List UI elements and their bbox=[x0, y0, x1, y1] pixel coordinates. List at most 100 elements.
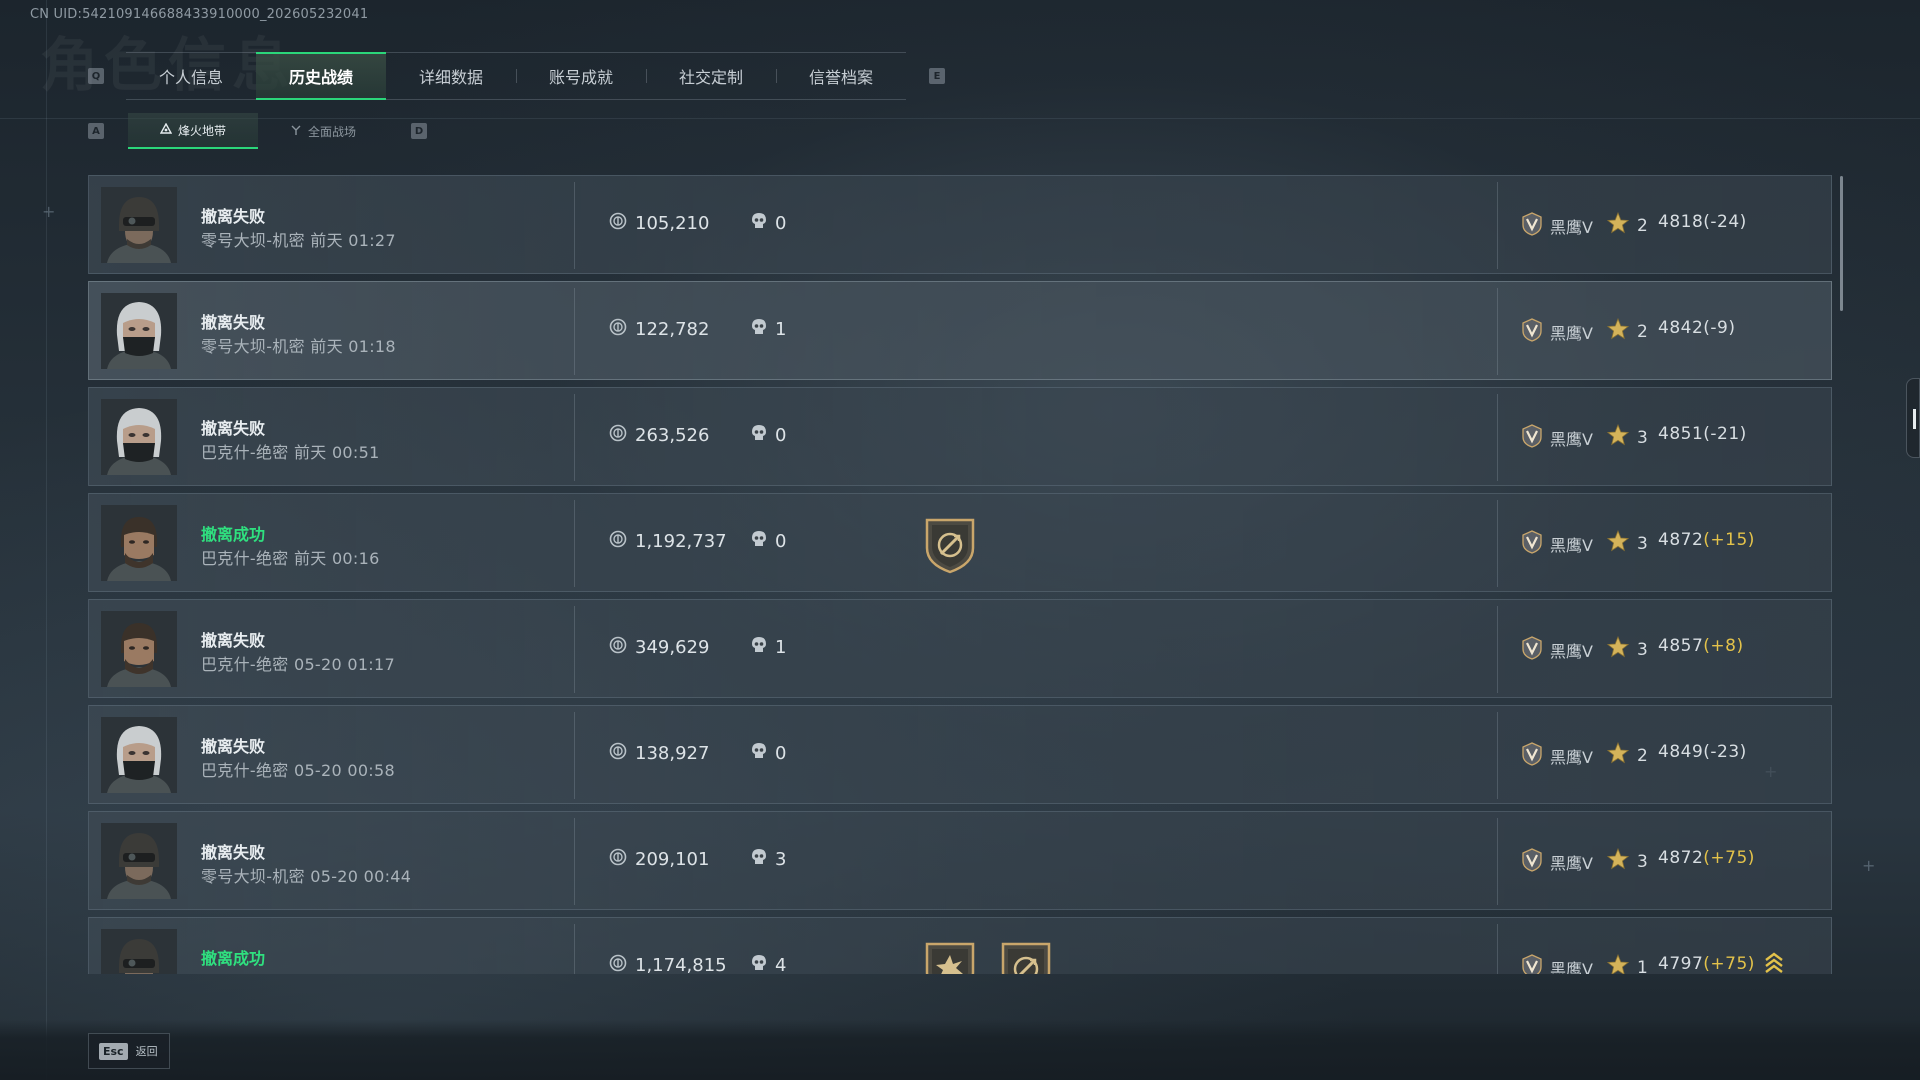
rank-up-chevron-icon bbox=[1764, 950, 1784, 974]
coin-icon bbox=[609, 742, 627, 765]
coin-icon bbox=[609, 318, 627, 341]
extract-status: 撤离失败 bbox=[201, 207, 266, 226]
skull-icon bbox=[751, 636, 767, 659]
score-value: 4872 bbox=[1658, 848, 1704, 868]
score-value: 4872 bbox=[1658, 530, 1704, 550]
back-label: 返回 bbox=[135, 1045, 158, 1058]
extract-status: 撤离失败 bbox=[201, 313, 266, 332]
rank-tier: 黑鹰V bbox=[1520, 636, 1593, 664]
rank-name: 黑鹰V bbox=[1550, 960, 1593, 974]
loot-value: 209,101 bbox=[609, 848, 709, 871]
operator-avatar bbox=[101, 293, 177, 369]
coin-icon bbox=[609, 954, 627, 974]
subtab-0[interactable]: 烽火地带 bbox=[128, 113, 258, 149]
table-row[interactable]: 撤离成功 巴克什-绝密 前天 00:16 1,192,737 0 黑鹰V 3 4872(+1… bbox=[88, 493, 1832, 592]
operator-avatar bbox=[101, 187, 177, 263]
score-delta: (-21) bbox=[1703, 424, 1747, 444]
extract-badge-icon[interactable] bbox=[997, 938, 1055, 974]
extract-badge-icon[interactable] bbox=[921, 514, 979, 574]
match-history-list[interactable]: 撤离失败 零号大坝-机密 前天 01:27 105,210 0 黑鹰V 2 4818(-24… bbox=[88, 175, 1832, 974]
prev-subtab-key[interactable]: A bbox=[88, 123, 104, 139]
score-delta: (-23) bbox=[1703, 742, 1747, 762]
rank-name: 黑鹰V bbox=[1550, 218, 1593, 237]
loot-value: 122,782 bbox=[609, 318, 709, 341]
loot-value-text: 263,526 bbox=[635, 425, 710, 446]
tab-1[interactable]: 历史战绩 bbox=[256, 52, 386, 100]
table-row[interactable]: 撤离失败 巴克什-绝密 05-20 00:58 138,927 0 黑鹰V 2 4849(-… bbox=[88, 705, 1832, 804]
star-icon bbox=[1606, 635, 1630, 663]
sub-tab-bar: 烽火地带 全面战场 bbox=[128, 113, 388, 149]
scrollbar[interactable] bbox=[1840, 176, 1843, 311]
map-name: 巴克什-绝密 bbox=[201, 655, 289, 674]
divider bbox=[1497, 924, 1498, 974]
star-count: 2 bbox=[1637, 745, 1648, 766]
divider bbox=[574, 288, 575, 375]
coin-icon bbox=[609, 848, 627, 871]
star-icon bbox=[1606, 953, 1630, 974]
next-tab-key[interactable]: E bbox=[929, 68, 945, 84]
star-count: 2 bbox=[1637, 321, 1648, 342]
tab-3[interactable]: 账号成就 bbox=[516, 52, 646, 100]
coin-icon bbox=[609, 212, 627, 235]
extract-status: 撤离失败 bbox=[201, 419, 266, 438]
subtab-1[interactable]: 全面战场 bbox=[258, 113, 388, 149]
tab-4[interactable]: 社交定制 bbox=[646, 52, 776, 100]
rank-tier: 黑鹰V bbox=[1520, 318, 1593, 346]
rank-name: 黑鹰V bbox=[1550, 748, 1593, 767]
match-time: 05-19 23:28 bbox=[310, 973, 411, 974]
tab-5[interactable]: 信誉档案 bbox=[776, 52, 906, 100]
prev-tab-key[interactable]: Q bbox=[88, 68, 104, 84]
kill-count: 1 bbox=[751, 636, 786, 659]
loot-value-text: 209,101 bbox=[635, 849, 710, 870]
next-subtab-key[interactable]: D bbox=[411, 123, 427, 139]
match-time: 前天 01:27 bbox=[310, 231, 396, 250]
score-delta: (+8) bbox=[1703, 636, 1744, 656]
operator-avatar bbox=[101, 399, 177, 475]
tab-0[interactable]: 个人信息 bbox=[126, 52, 256, 100]
divider bbox=[1497, 182, 1498, 269]
table-row[interactable]: 撤离失败 巴克什-绝密 前天 00:51 263,526 0 黑鹰V 3 4851(-21) bbox=[88, 387, 1832, 486]
match-time: 前天 01:18 bbox=[310, 337, 396, 356]
loot-value: 1,174,815 bbox=[609, 954, 727, 974]
divider bbox=[1497, 818, 1498, 905]
uid-label: CN UID:542109146688433910000_20260523204… bbox=[30, 7, 369, 22]
divider bbox=[574, 818, 575, 905]
rank-score: 4842(-9) bbox=[1658, 318, 1735, 338]
bottom-bar bbox=[0, 1020, 1920, 1080]
divider bbox=[1497, 394, 1498, 481]
subtab-label: 全面战场 bbox=[307, 124, 356, 139]
back-button[interactable]: Esc 返回 bbox=[88, 1033, 170, 1069]
rank-name: 黑鹰V bbox=[1550, 536, 1593, 555]
loot-value: 1,192,737 bbox=[609, 530, 727, 553]
star-icon bbox=[1606, 211, 1630, 239]
rank-score: 4797(+75) bbox=[1658, 954, 1755, 974]
table-row[interactable]: 撤离失败 零号大坝-机密 前天 01:18 122,782 1 黑鹰V 2 4842(-9) bbox=[88, 281, 1832, 380]
table-row[interactable]: 撤离失败 零号大坝-机密 05-20 00:44 209,101 3 黑鹰V 3 4872(… bbox=[88, 811, 1832, 910]
rank-stars: 2 bbox=[1606, 741, 1648, 769]
loot-value-text: 1,174,815 bbox=[635, 955, 727, 974]
coin-icon bbox=[609, 424, 627, 447]
tab-2[interactable]: 详细数据 bbox=[386, 52, 516, 100]
rank-tier: 黑鹰V bbox=[1520, 530, 1593, 558]
kill-count-text: 0 bbox=[775, 425, 787, 446]
divider bbox=[1497, 500, 1498, 587]
star-count: 3 bbox=[1637, 533, 1648, 554]
kill-count: 3 bbox=[751, 848, 786, 871]
table-row[interactable]: 撤离成功零号大坝-机密 05-19 23:28 1,174,815 4 黑鹰V 1 479… bbox=[88, 917, 1832, 974]
combat-badge-icon[interactable] bbox=[921, 938, 979, 974]
table-row[interactable]: 撤离失败 巴克什-绝密 05-20 01:17 349,629 1 黑鹰V 3 4857(+… bbox=[88, 599, 1832, 698]
kill-count-text: 0 bbox=[775, 531, 787, 552]
map-and-time: 巴克什-绝密 05-20 01:17 bbox=[201, 651, 395, 675]
badge-list bbox=[921, 514, 979, 574]
divider bbox=[574, 924, 575, 974]
kill-count-text: 0 bbox=[775, 213, 787, 234]
divider bbox=[574, 606, 575, 693]
star-count: 2 bbox=[1637, 215, 1648, 236]
rank-icon bbox=[1520, 530, 1544, 558]
map-name: 零号大坝-机密 bbox=[201, 231, 305, 250]
side-panel-handle[interactable] bbox=[1906, 378, 1920, 458]
loot-value-text: 105,210 bbox=[635, 213, 710, 234]
kill-count-text: 1 bbox=[775, 637, 787, 658]
star-count: 3 bbox=[1637, 639, 1648, 660]
table-row[interactable]: 撤离失败 零号大坝-机密 前天 01:27 105,210 0 黑鹰V 2 4818(-24… bbox=[88, 175, 1832, 274]
